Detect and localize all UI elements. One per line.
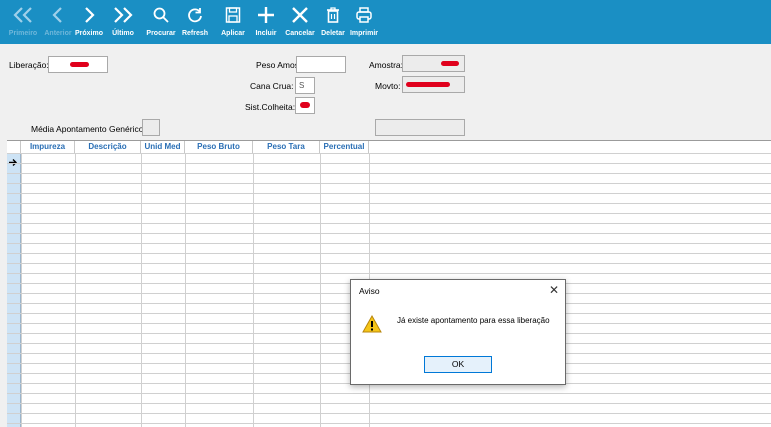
liberacao-label: Liberação: — [9, 60, 49, 70]
column-percentual[interactable]: Percentual — [320, 141, 369, 153]
header-corner — [7, 141, 21, 153]
save-icon — [225, 0, 241, 30]
column-divider — [320, 153, 321, 427]
table-row — [7, 223, 771, 224]
media-extra-field[interactable] — [375, 119, 465, 136]
row-indicator-column — [7, 153, 21, 427]
redaction-mark — [441, 61, 459, 66]
dialog-title: Aviso — [359, 286, 380, 296]
close-icon[interactable]: ✕ — [549, 283, 559, 297]
column-divider — [21, 153, 22, 427]
refresh-icon — [186, 0, 204, 30]
media-field[interactable] — [142, 119, 160, 136]
peso-amostra-field[interactable] — [296, 56, 346, 73]
chevron-right-icon — [81, 0, 97, 30]
column-divider — [141, 153, 142, 427]
delete-button[interactable]: Deletar — [319, 0, 347, 44]
column-divider — [185, 153, 186, 427]
table-row — [7, 153, 771, 154]
column-unid-med[interactable]: Unid Med — [141, 141, 185, 153]
redaction-mark — [70, 62, 89, 67]
plus-icon — [257, 0, 275, 30]
toolbar: Primeiro Anterior Próximo Último Procura… — [0, 0, 771, 44]
table-row — [7, 193, 771, 194]
redaction-mark — [406, 82, 450, 87]
table-row — [7, 393, 771, 394]
chevron-left-icon — [50, 0, 66, 30]
cana-crua-label: Cana Crua: — [250, 81, 294, 91]
table-row — [7, 213, 771, 214]
table-row — [7, 413, 771, 414]
last-button[interactable]: Último — [108, 0, 138, 44]
column-peso-tara[interactable]: Peso Tara — [253, 141, 320, 153]
search-icon — [152, 0, 170, 30]
double-chevron-right-icon — [112, 0, 134, 30]
table-row — [7, 423, 771, 424]
media-label: Média Apontamento Genérico: — [31, 124, 146, 134]
cancel-button[interactable]: Cancelar — [283, 0, 317, 44]
liberacao-field[interactable] — [48, 56, 108, 73]
apply-button[interactable]: Aplicar — [219, 0, 247, 44]
next-button[interactable]: Próximo — [74, 0, 104, 44]
table-row — [7, 253, 771, 254]
column-impureza[interactable]: Impureza — [21, 141, 75, 153]
warning-icon — [362, 314, 382, 339]
column-peso-bruto[interactable]: Peso Bruto — [185, 141, 253, 153]
table-row — [7, 403, 771, 404]
sist-colheita-field[interactable] — [295, 97, 315, 114]
warning-dialog: Aviso ✕ Já existe apontamento para essa … — [350, 279, 566, 385]
table-row — [7, 243, 771, 244]
sist-colheita-label: Sist.Colheita: — [245, 102, 296, 112]
trash-icon — [325, 0, 341, 30]
previous-button[interactable]: Anterior — [42, 0, 74, 44]
insert-button[interactable]: Incluir — [253, 0, 279, 44]
movto-label: Movto: — [375, 81, 401, 91]
first-button[interactable]: Primeiro — [6, 0, 40, 44]
refresh-button[interactable]: Refresh — [180, 0, 210, 44]
table-row — [7, 233, 771, 234]
grid-header: Impureza Descrição Unid Med Peso Bruto P… — [7, 141, 771, 153]
table-row — [7, 163, 771, 164]
amostra-field[interactable] — [402, 55, 465, 72]
table-row — [7, 273, 771, 274]
cana-crua-field[interactable]: S — [295, 77, 315, 94]
movto-field[interactable] — [402, 76, 465, 93]
printer-icon — [355, 0, 373, 30]
double-chevron-left-icon — [12, 0, 34, 30]
table-row — [7, 183, 771, 184]
table-row — [7, 203, 771, 204]
close-icon — [291, 0, 309, 30]
amostra-label: Amostra: — [369, 60, 404, 70]
redaction-mark — [300, 102, 310, 108]
table-row — [7, 173, 771, 174]
search-button[interactable]: Procurar — [144, 0, 178, 44]
dialog-message: Já existe apontamento para essa liberaçã… — [397, 316, 550, 325]
column-divider — [253, 153, 254, 427]
ok-button[interactable]: OK — [424, 356, 492, 373]
column-descricao[interactable]: Descrição — [75, 141, 141, 153]
table-row — [7, 263, 771, 264]
column-divider — [75, 153, 76, 427]
print-button[interactable]: Imprimir — [348, 0, 380, 44]
